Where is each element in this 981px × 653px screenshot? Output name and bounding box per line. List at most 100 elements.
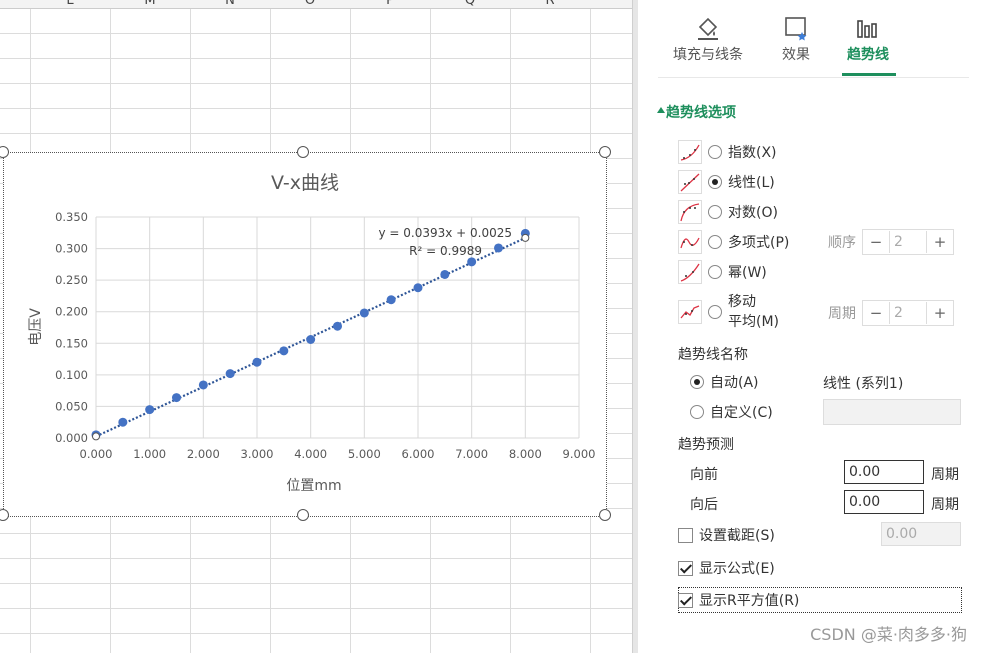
show-r2-option[interactable]: 显示R平方值(R) — [678, 587, 799, 613]
data-point — [494, 243, 503, 253]
set-intercept-option[interactable]: 设置截距(S) — [678, 522, 775, 548]
x-tick-label: 3.000 — [241, 447, 274, 461]
x-tick-label: 7.000 — [455, 447, 488, 461]
radio-logarithmic[interactable] — [708, 205, 722, 219]
forward-unit: 周期 — [931, 467, 959, 483]
data-point — [413, 283, 423, 293]
trendline-end-handle — [92, 432, 100, 441]
resize-handle[interactable] — [297, 509, 309, 521]
period-decrement-button[interactable]: − — [863, 304, 889, 322]
resize-handle[interactable] — [599, 509, 611, 521]
watermark: CSDN @菜·肉多多·狗 — [810, 625, 967, 644]
data-point — [359, 308, 369, 318]
set-intercept-checkbox[interactable] — [678, 527, 693, 543]
section-trendline-options[interactable]: 趋势线选项 — [657, 102, 736, 122]
data-point — [225, 369, 235, 379]
show-r2-checkbox[interactable] — [678, 592, 693, 608]
x-tick-label: 8.000 — [509, 447, 542, 461]
radio-moving-average[interactable] — [708, 305, 722, 319]
option-label: 自定义(C) — [710, 405, 773, 421]
resize-handle[interactable] — [297, 146, 309, 158]
column-header[interactable]: Q — [430, 0, 510, 8]
radio-power[interactable] — [708, 265, 722, 279]
data-point — [279, 346, 289, 356]
option-linear[interactable]: 线性(L) — [678, 169, 775, 195]
backward-label: 向后 — [690, 497, 718, 513]
name-custom-option[interactable]: 自定义(C) — [690, 399, 773, 425]
radio-linear[interactable] — [708, 175, 722, 189]
radio-polynomial[interactable] — [708, 235, 722, 249]
y-tick-label: 0.300 — [55, 242, 88, 256]
option-label: 移动 平均(M) — [728, 292, 779, 332]
period-input[interactable]: 2 — [889, 302, 927, 324]
polynomial-trend-icon — [678, 230, 702, 254]
tab-label: 效果 — [782, 47, 810, 63]
backward-input[interactable]: 0.00 — [844, 490, 924, 514]
column-header[interactable]: R — [510, 0, 590, 8]
effects-icon — [756, 12, 836, 44]
forecast-heading: 趋势预测 — [678, 437, 734, 453]
show-equation-option[interactable]: 显示公式(E) — [678, 555, 775, 581]
column-header[interactable]: N — [190, 0, 270, 8]
tab-trendline[interactable]: 趋势线 — [828, 12, 908, 64]
x-axis-label: 位置mm — [286, 478, 341, 494]
option-label-line1: 移动 — [728, 294, 756, 310]
option-polynomial[interactable]: 多项式(P) — [678, 229, 789, 255]
data-point — [333, 321, 342, 331]
column-header[interactable]: P — [350, 0, 430, 8]
order-increment-button[interactable]: + — [927, 233, 953, 251]
column-header[interactable]: O — [270, 0, 350, 8]
paint-bucket-icon — [668, 12, 748, 44]
tab-label: 填充与线条 — [673, 47, 743, 63]
custom-name-input[interactable] — [823, 399, 961, 425]
divider — [658, 77, 969, 78]
tab-effects[interactable]: 效果 — [756, 12, 836, 64]
intercept-input[interactable]: 0.00 — [881, 522, 961, 546]
resize-handle[interactable] — [599, 146, 611, 158]
radio-exponential[interactable] — [708, 145, 722, 159]
exponential-trend-icon — [678, 140, 702, 164]
forward-label: 向前 — [690, 467, 718, 483]
y-tick-label: 0.250 — [55, 273, 88, 287]
spreadsheet-grid[interactable]: L M N O P Q R V-x曲线 0.000 0.050 0.100 0.150 0… — [0, 0, 632, 653]
data-point — [306, 334, 316, 344]
data-point — [467, 257, 477, 267]
radio-name-custom[interactable] — [690, 405, 704, 419]
data-point — [145, 405, 155, 415]
data-point — [198, 380, 208, 390]
active-tab-indicator — [842, 73, 896, 76]
tab-fill-line[interactable]: 填充与线条 — [668, 12, 748, 64]
column-header[interactable]: M — [110, 0, 190, 8]
data-point — [172, 393, 181, 403]
order-label: 顺序 — [828, 235, 856, 251]
y-tick-label: 0.150 — [55, 336, 88, 350]
backward-unit: 周期 — [931, 497, 959, 513]
chart-object[interactable]: V-x曲线 0.000 0.050 0.100 0.150 0.200 0.250 0.300… — [3, 152, 607, 517]
option-label: 显示公式(E) — [699, 561, 775, 577]
period-increment-button[interactable]: + — [927, 304, 953, 322]
x-tick-label: 4.000 — [294, 447, 327, 461]
auto-name-value: 线性 (系列1) — [823, 376, 904, 392]
x-tick-label: 6.000 — [402, 447, 435, 461]
name-auto-option[interactable]: 自动(A) — [690, 369, 759, 395]
show-equation-checkbox[interactable] — [678, 560, 693, 576]
forward-input[interactable]: 0.00 — [844, 460, 924, 484]
x-tick-label: 5.000 — [348, 447, 381, 461]
resize-handle[interactable] — [0, 509, 9, 521]
option-label: 设置截距(S) — [699, 528, 775, 544]
bar-chart-icon — [828, 12, 908, 44]
option-power[interactable]: 幂(W) — [678, 259, 767, 285]
x-tick-label: 1.000 — [133, 447, 166, 461]
option-exponential[interactable]: 指数(X) — [678, 139, 777, 165]
trendline-r-squared: R² = 0.9989 — [409, 244, 482, 258]
option-logarithmic[interactable]: 对数(O) — [678, 199, 778, 225]
radio-name-auto[interactable] — [690, 375, 704, 389]
column-header[interactable]: L — [30, 0, 110, 8]
order-input[interactable]: 2 — [889, 231, 927, 253]
y-axis-label: 电压V — [28, 308, 44, 346]
trendline-end-handle — [521, 233, 530, 242]
data-point — [252, 357, 262, 367]
tab-label: 趋势线 — [847, 47, 889, 63]
order-decrement-button[interactable]: − — [863, 233, 889, 251]
option-moving-average[interactable]: 移动 平均(M) — [678, 292, 779, 332]
